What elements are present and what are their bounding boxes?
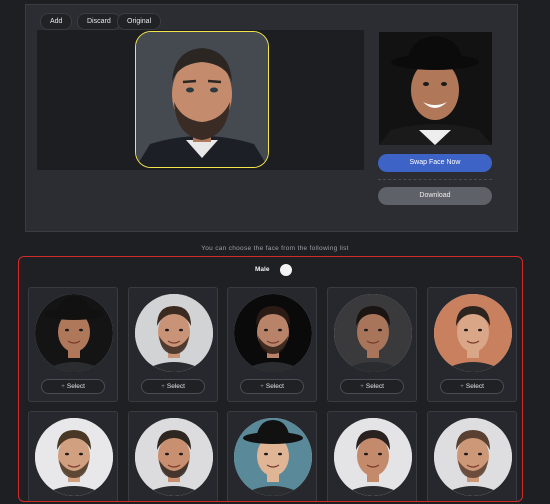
editor-canvas[interactable]: [37, 30, 364, 170]
select-face-button[interactable]: + Select: [141, 379, 205, 394]
face-list-panel: Male + Select + Select + Select + Select + Select: [18, 256, 523, 502]
face-avatar[interactable]: [35, 294, 113, 372]
target-face-image[interactable]: [135, 31, 269, 168]
original-button[interactable]: Original: [117, 13, 162, 30]
plus-icon: +: [61, 383, 65, 390]
swap-face-button[interactable]: Swap Face Now: [378, 154, 492, 172]
face-avatar[interactable]: [234, 294, 312, 372]
face-avatar[interactable]: [334, 418, 412, 496]
select-label: Select: [365, 383, 384, 390]
select-face-button[interactable]: + Select: [240, 379, 304, 394]
divider: [378, 179, 492, 180]
face-avatar[interactable]: [334, 294, 412, 372]
face-card[interactable]: + Select: [28, 287, 118, 402]
select-face-button[interactable]: + Select: [340, 379, 404, 394]
face-list-hint: You can choose the face from the followi…: [201, 245, 349, 252]
face-avatar[interactable]: [434, 294, 512, 372]
select-face-button[interactable]: + Select: [440, 379, 504, 394]
face-avatar[interactable]: [135, 294, 213, 372]
plus-icon: +: [460, 383, 464, 390]
face-swap-panel: Add Discard Original Swap Face Now Downl…: [25, 4, 518, 232]
result-preview-image: [379, 32, 492, 145]
download-button[interactable]: Download: [378, 187, 492, 205]
face-avatar[interactable]: [35, 418, 113, 496]
face-card[interactable]: [128, 411, 218, 501]
face-card[interactable]: + Select: [128, 287, 218, 402]
select-label: Select: [465, 383, 484, 390]
select-label: Select: [265, 383, 284, 390]
gender-label: Male: [255, 266, 270, 273]
plus-icon: +: [260, 383, 264, 390]
gender-toggle[interactable]: [280, 264, 292, 276]
face-card[interactable]: [427, 411, 517, 501]
select-label: Select: [66, 383, 85, 390]
face-card[interactable]: + Select: [327, 287, 417, 402]
add-button[interactable]: Add: [40, 13, 73, 30]
face-avatar[interactable]: [135, 418, 213, 496]
face-card[interactable]: [227, 411, 317, 501]
face-card[interactable]: [28, 411, 118, 501]
plus-icon: +: [360, 383, 364, 390]
discard-button[interactable]: Discard: [77, 13, 121, 30]
face-card[interactable]: + Select: [427, 287, 517, 402]
face-card[interactable]: [327, 411, 417, 501]
select-face-button[interactable]: + Select: [41, 379, 105, 394]
face-avatar[interactable]: [234, 418, 312, 496]
select-label: Select: [166, 383, 185, 390]
face-avatar[interactable]: [434, 418, 512, 496]
plus-icon: +: [161, 383, 165, 390]
face-card[interactable]: + Select: [227, 287, 317, 402]
